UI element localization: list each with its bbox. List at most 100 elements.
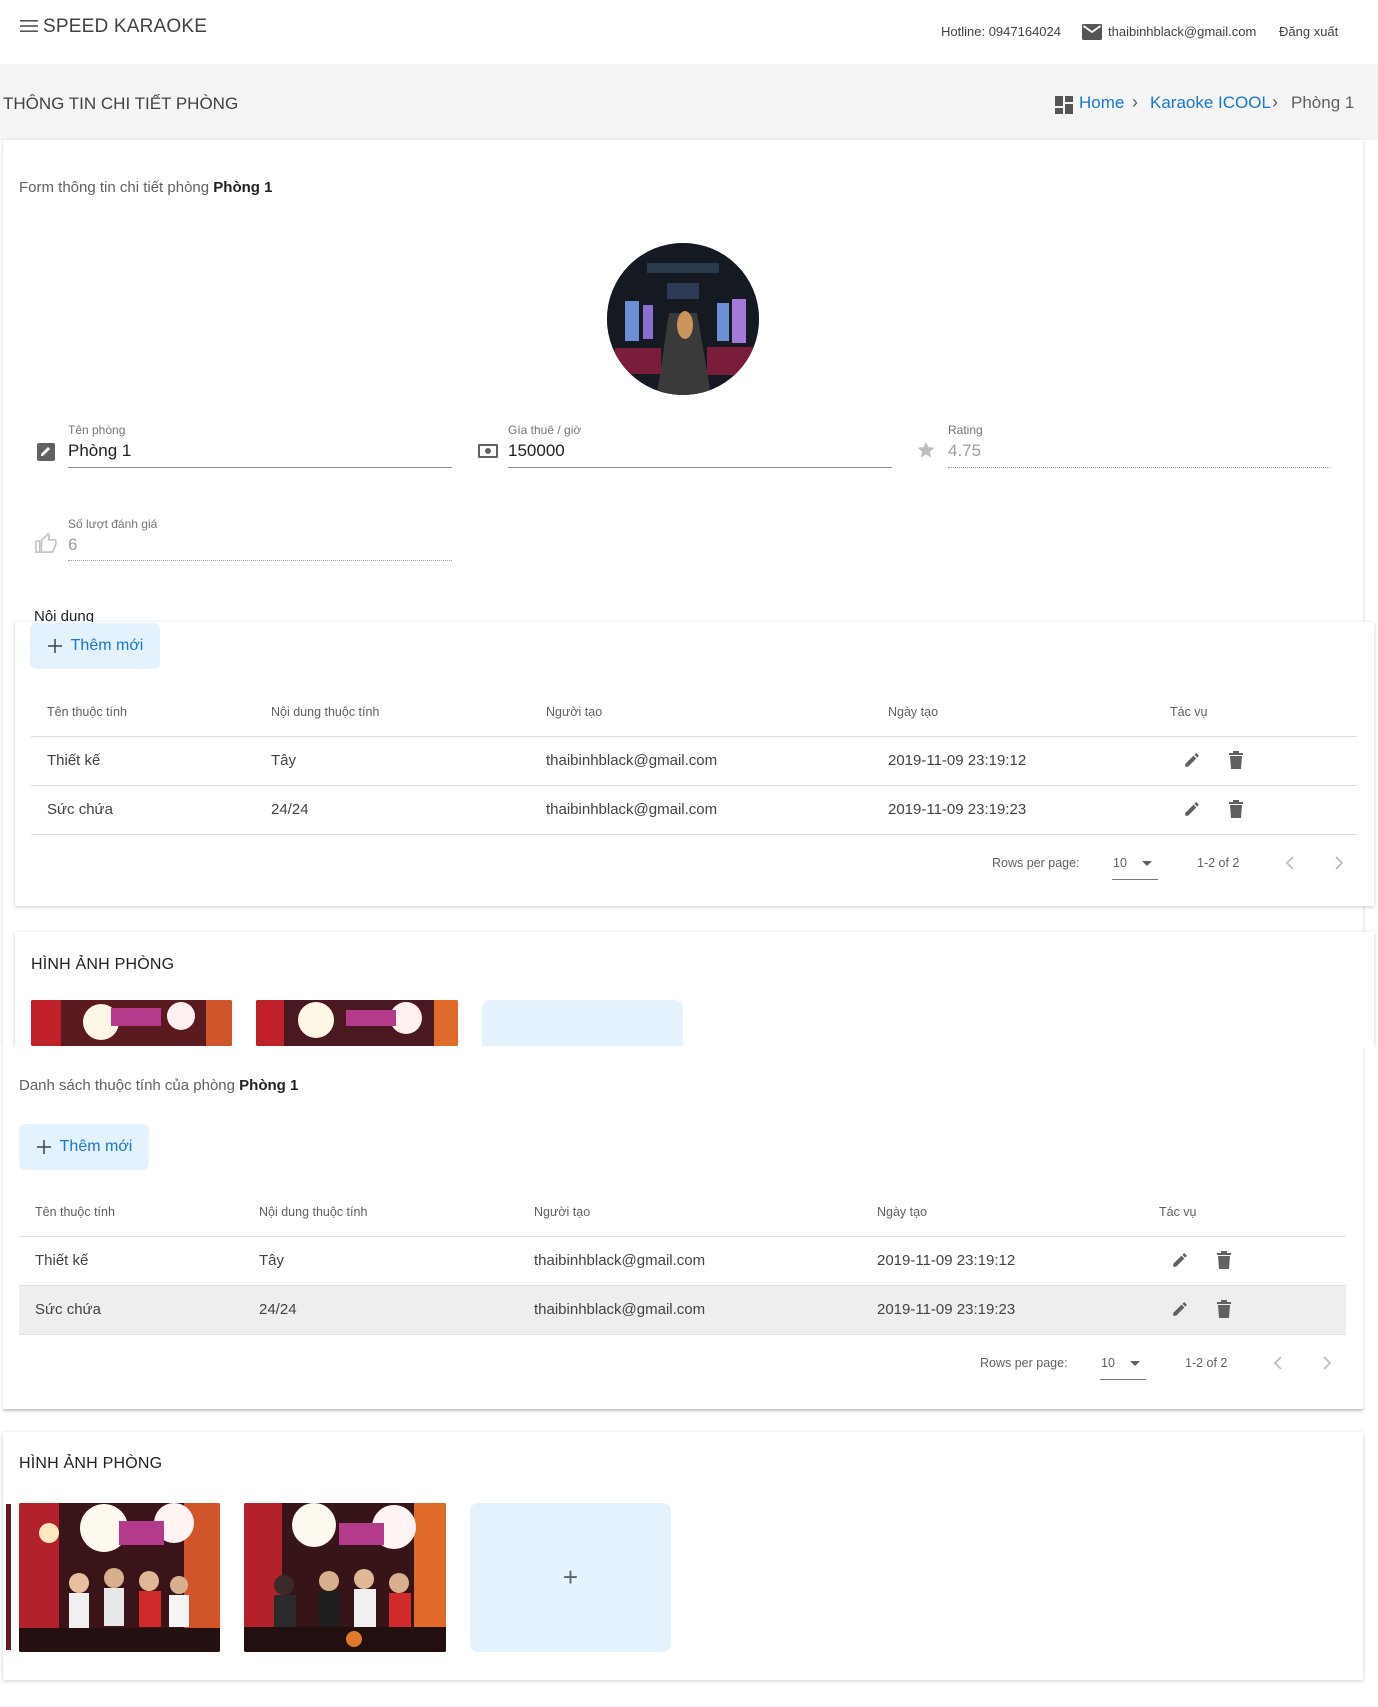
images-section-title: HÌNH ẢNH PHÒNG — [19, 1455, 163, 1472]
room-image[interactable] — [19, 1503, 220, 1652]
rows-per-page-select[interactable]: 10 — [1113, 856, 1127, 870]
room-image[interactable] — [31, 1000, 232, 1046]
divider — [31, 736, 1357, 737]
rows-per-page-label: Rows per page: — [992, 856, 1080, 870]
cell-content: 24/24 — [271, 801, 309, 818]
field-label-price: Gía thuê / giờ — [508, 423, 582, 437]
column-header-actions: Tác vụ — [1170, 705, 1208, 719]
chevron-down-icon[interactable] — [1142, 861, 1152, 867]
rows-per-page-select[interactable]: 10 — [1101, 1356, 1115, 1370]
page-title: THÔNG TIN CHI TIẾT PHÒNG — [3, 94, 239, 113]
plus-icon: + — [562, 1562, 579, 1592]
breadcrumb-current: Phòng 1 — [1291, 93, 1355, 112]
column-header-content[interactable]: Nội dung thuộc tính — [271, 705, 379, 719]
images-section-title: HÌNH ẢNH PHÒNG — [31, 956, 175, 973]
logout-link[interactable]: Đăng xuất — [1279, 24, 1338, 39]
cash-icon — [478, 444, 498, 458]
prev-page-icon[interactable] — [1273, 1356, 1283, 1370]
room-avatar[interactable] — [607, 243, 759, 395]
divider — [19, 1236, 1346, 1237]
column-header-content[interactable]: Nội dung thuộc tính — [259, 1205, 367, 1219]
cell-name: Sức chứa — [35, 1301, 101, 1318]
pencil-icon[interactable] — [1171, 1300, 1189, 1318]
thumb-up-icon — [35, 533, 57, 553]
add-attribute-button[interactable]: Thêm mới — [19, 1124, 149, 1170]
add-button-label: Thêm mới — [70, 637, 144, 654]
trash-icon[interactable] — [1216, 1251, 1232, 1269]
cell-content: Tây — [259, 1252, 285, 1269]
pencil-icon[interactable] — [1183, 751, 1201, 769]
pagination-range: 1-2 of 2 — [1185, 1356, 1228, 1370]
trash-icon[interactable] — [1228, 800, 1244, 818]
field-label-rating: Rating — [948, 423, 983, 437]
plus-icon — [36, 1140, 51, 1154]
breadcrumb-karaoke[interactable]: Karaoke ICOOL — [1150, 93, 1271, 113]
chevron-right-icon: › — [1132, 92, 1138, 112]
cell-created: 2019-11-09 23:19:23 — [877, 1301, 1016, 1318]
cell-created: 2019-11-09 23:19:23 — [888, 801, 1027, 818]
cell-creator: thaibinhblack@gmail.com — [546, 801, 718, 818]
pencil-icon[interactable] — [1171, 1251, 1189, 1269]
pencil-icon[interactable] — [1183, 800, 1201, 818]
star-icon — [916, 440, 936, 460]
attributes-room-name: Phòng 1 — [239, 1077, 299, 1094]
cell-created: 2019-11-09 23:19:12 — [888, 752, 1027, 769]
cell-created: 2019-11-09 23:19:12 — [877, 1252, 1016, 1269]
column-header-actions: Tác vụ — [1159, 1205, 1197, 1219]
field-underline — [948, 467, 1330, 468]
attributes-panel-card — [3, 1047, 1363, 1409]
form-title: Form thông tin chi tiết phòng Phòng 1 — [19, 179, 273, 196]
add-button-label: Thêm mới — [59, 1138, 133, 1155]
cell-name: Thiết kế — [35, 1252, 89, 1269]
select-underline — [1100, 1379, 1146, 1380]
cell-content: 24/24 — [259, 1301, 297, 1318]
attributes-title: Danh sách thuộc tính của phòng Phòng 1 — [19, 1077, 299, 1094]
divider — [31, 785, 1357, 786]
column-header-name[interactable]: Tên thuộc tính — [47, 705, 127, 719]
divider — [31, 834, 1357, 835]
room-image[interactable] — [256, 1000, 458, 1046]
room-image[interactable] — [244, 1503, 446, 1652]
field-label-name: Tên phòng — [68, 423, 126, 437]
column-header-creator[interactable]: Người tạo — [546, 705, 602, 719]
dashboard-icon — [1055, 96, 1073, 114]
column-header-created[interactable]: Ngày tạo — [888, 705, 938, 719]
form-room-name: Phòng 1 — [213, 179, 273, 196]
field-underline — [68, 560, 452, 561]
add-image-button-partial[interactable] — [482, 1000, 683, 1046]
pagination-range: 1-2 of 2 — [1197, 856, 1240, 870]
cell-name: Sức chứa — [47, 801, 113, 818]
trash-icon[interactable] — [1216, 1300, 1232, 1318]
price-input[interactable]: 150000 — [508, 441, 565, 461]
menu-icon[interactable] — [20, 18, 40, 34]
add-image-button[interactable]: + — [470, 1503, 671, 1652]
column-header-creator[interactable]: Người tạo — [534, 1205, 590, 1219]
select-underline — [1112, 879, 1158, 880]
user-email: thaibinhblack@gmail.com — [1108, 24, 1257, 39]
column-header-created[interactable]: Ngày tạo — [877, 1205, 927, 1219]
chevron-right-icon: › — [1272, 92, 1278, 112]
breadcrumb-home[interactable]: Home — [1079, 93, 1124, 113]
cell-creator: thaibinhblack@gmail.com — [534, 1252, 706, 1269]
divider — [19, 1334, 1346, 1335]
prev-page-icon[interactable] — [1285, 856, 1295, 870]
edit-box-icon — [37, 443, 55, 461]
cell-creator: thaibinhblack@gmail.com — [546, 752, 718, 769]
chevron-down-icon[interactable] — [1130, 1361, 1140, 1367]
add-attribute-button[interactable]: Thêm mới — [30, 623, 160, 669]
trash-icon[interactable] — [1228, 751, 1244, 769]
field-underline — [68, 467, 452, 468]
votes-input: 6 — [68, 535, 78, 554]
cell-creator: thaibinhblack@gmail.com — [534, 1301, 706, 1318]
field-label-votes: Số lượt đánh giá — [68, 517, 158, 531]
next-page-icon[interactable] — [1334, 856, 1344, 870]
hotline-text: Hotline: 0947164024 — [941, 24, 1061, 39]
next-page-icon[interactable] — [1322, 1356, 1332, 1370]
room-image-partial — [6, 1504, 11, 1650]
field-underline — [508, 467, 892, 468]
room-name-input[interactable]: Phòng 1 — [68, 441, 131, 461]
rows-per-page-label: Rows per page: — [980, 1356, 1068, 1370]
column-header-name[interactable]: Tên thuộc tính — [35, 1205, 115, 1219]
cell-name: Thiết kế — [47, 752, 101, 769]
app-title[interactable]: SPEED KARAOKE — [43, 16, 207, 38]
